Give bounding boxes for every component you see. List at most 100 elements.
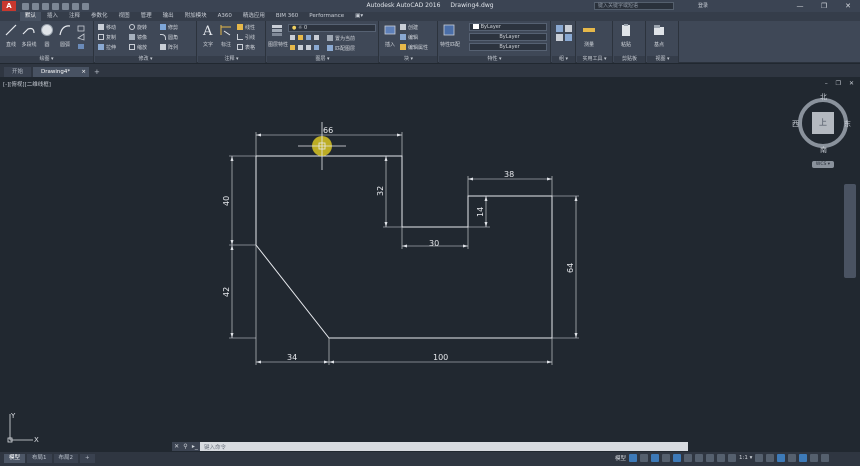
- make-current-tool[interactable]: 置为当前: [327, 34, 355, 42]
- tab-performance[interactable]: Performance: [304, 12, 349, 21]
- polar-toggle-icon[interactable]: [662, 454, 671, 462]
- viewcube-south[interactable]: 南: [820, 145, 827, 155]
- wcs-menu[interactable]: WCS ▾: [812, 161, 834, 168]
- circle-tool[interactable]: 圆: [38, 23, 56, 48]
- customization-menu-icon[interactable]: [821, 454, 830, 462]
- close-tab-icon[interactable]: ×: [81, 67, 86, 77]
- layer-tool-icons[interactable]: [289, 34, 323, 54]
- dim-bottom-left[interactable]: 34: [287, 353, 297, 362]
- autocad-logo-icon[interactable]: A: [2, 1, 16, 11]
- line-tool[interactable]: 直线: [2, 23, 20, 48]
- undo-icon[interactable]: [72, 2, 79, 10]
- layout-tab-2[interactable]: 布局2: [53, 454, 79, 463]
- array-tool[interactable]: 阵列: [160, 43, 178, 51]
- tab-addins[interactable]: 附加模块: [180, 12, 212, 21]
- dim-bottom-right[interactable]: 100: [433, 353, 448, 362]
- open-file-icon[interactable]: [32, 2, 39, 10]
- signin-button[interactable]: 登录: [698, 2, 708, 9]
- create-block-tool[interactable]: 创建: [400, 23, 418, 31]
- save-as-icon[interactable]: [52, 2, 59, 10]
- cad-drawing[interactable]: 66 32 30 14 38 64 40 42 34 100: [0, 77, 860, 452]
- match-properties-tool[interactable]: 特性匹配: [440, 23, 460, 48]
- model-viewport[interactable]: [-][俯视][二维线框] – ❐ ✕ 66 32 30 14 38 64 40…: [0, 77, 860, 452]
- file-tab-start[interactable]: 开始: [4, 67, 32, 77]
- help-search-input[interactable]: 键入关键字或短语: [594, 2, 674, 10]
- modify-panel-title[interactable]: 修改 ▾: [95, 56, 196, 63]
- otrack-toggle-icon[interactable]: [684, 454, 693, 462]
- tab-insert[interactable]: 插入: [42, 12, 63, 21]
- tab-featured-apps[interactable]: 精选应用: [238, 12, 270, 21]
- ortho-toggle-icon[interactable]: [651, 454, 660, 462]
- viewcube-west[interactable]: 西: [792, 119, 799, 129]
- minimize-button[interactable]: —: [788, 0, 812, 12]
- arc-tool[interactable]: 圆弧: [56, 23, 74, 48]
- rotate-tool[interactable]: 旋转: [129, 23, 147, 31]
- tab-panel-toggle[interactable]: ▣▾: [350, 12, 368, 21]
- properties-panel-title[interactable]: 特性 ▾: [439, 56, 550, 63]
- viewcube[interactable]: 上 北 南 东 西 WCS ▾: [792, 92, 854, 172]
- linear-dim-tool[interactable]: 线性: [237, 23, 255, 31]
- linetype-dropdown[interactable]: ByLayer: [469, 33, 547, 41]
- dim-right-top[interactable]: 38: [504, 170, 514, 179]
- autoscale-icon[interactable]: [728, 454, 737, 462]
- copy-tool[interactable]: 复制: [98, 33, 116, 41]
- group-icon[interactable]: [555, 24, 573, 42]
- dim-left-lower[interactable]: 42: [222, 287, 231, 297]
- tab-view[interactable]: 视图: [114, 12, 135, 21]
- workspace-gear-icon[interactable]: [755, 454, 764, 462]
- tab-a360[interactable]: A360: [213, 12, 237, 21]
- snap-toggle-icon[interactable]: [640, 454, 649, 462]
- tab-annotate[interactable]: 注释: [64, 12, 85, 21]
- polyline-tool[interactable]: 多段线: [20, 23, 38, 48]
- annotation-scale-dropdown[interactable]: 1:1 ▾: [739, 455, 752, 461]
- restore-button[interactable]: ❐: [812, 0, 836, 12]
- base-point-tool[interactable]: 基点: [650, 23, 668, 48]
- annotation-panel-title[interactable]: 注释 ▾: [198, 56, 265, 63]
- annotation-monitor-icon[interactable]: [766, 454, 775, 462]
- viewcube-north[interactable]: 北: [820, 92, 827, 102]
- plot-icon[interactable]: [62, 2, 69, 10]
- edit-attributes-tool[interactable]: 编辑属性: [400, 43, 428, 51]
- close-button[interactable]: ✕: [836, 0, 860, 12]
- view-panel-title[interactable]: 视图 ▾: [647, 56, 678, 63]
- stretch-tool[interactable]: 拉伸: [98, 43, 116, 51]
- file-tab-drawing4[interactable]: Drawing4* ×: [33, 67, 90, 77]
- lineweight-dropdown[interactable]: ByLayer: [469, 43, 547, 51]
- annotation-visibility-icon[interactable]: [717, 454, 726, 462]
- dim-notch-width[interactable]: 30: [429, 239, 439, 248]
- utilities-panel-title[interactable]: 实用工具 ▾: [577, 56, 612, 63]
- text-tool[interactable]: A 文字: [199, 23, 217, 48]
- layer-properties-tool[interactable]: 图层特性: [268, 23, 288, 48]
- isolate-objects-icon[interactable]: [788, 454, 797, 462]
- layer-dropdown[interactable]: ● ☼ 0: [288, 24, 376, 32]
- layout-tab-1[interactable]: 布局1: [27, 454, 52, 463]
- recent-commands-icon[interactable]: ▸_: [192, 443, 198, 450]
- tab-default[interactable]: 默认: [20, 12, 42, 21]
- clean-screen-icon[interactable]: [810, 454, 819, 462]
- tab-manage[interactable]: 管理: [136, 12, 157, 21]
- hardware-acceleration-icon[interactable]: [799, 454, 808, 462]
- viewcube-east[interactable]: 东: [844, 119, 851, 129]
- layers-panel-title[interactable]: 图层 ▾: [267, 56, 378, 63]
- tab-parametric[interactable]: 参数化: [86, 12, 113, 21]
- grid-toggle-icon[interactable]: [629, 454, 638, 462]
- dim-right-height[interactable]: 64: [566, 263, 575, 273]
- trim-tool[interactable]: 修剪: [160, 23, 178, 31]
- layout-tab-model[interactable]: 模型: [4, 454, 26, 463]
- search-command-icon[interactable]: ⚲: [183, 443, 187, 450]
- groups-panel-title[interactable]: 组 ▾: [552, 56, 575, 63]
- paste-tool[interactable]: 粘贴: [617, 23, 635, 48]
- dim-left-upper[interactable]: 40: [222, 196, 231, 206]
- tab-bim360[interactable]: BIM 360: [271, 12, 303, 21]
- units-icon[interactable]: [777, 454, 786, 462]
- dim-top-width[interactable]: 66: [323, 126, 333, 135]
- lineweight-toggle-icon[interactable]: [695, 454, 704, 462]
- draw-extra-icons[interactable]: [76, 24, 92, 52]
- draw-panel-title[interactable]: 绘图 ▾: [0, 56, 93, 63]
- insert-block-tool[interactable]: 插入: [381, 23, 399, 48]
- redo-icon[interactable]: [82, 2, 89, 10]
- clipboard-panel-title[interactable]: 剪贴板: [614, 56, 645, 63]
- transparency-toggle-icon[interactable]: [706, 454, 715, 462]
- viewcube-top-face[interactable]: 上: [812, 112, 834, 134]
- match-layer-tool[interactable]: 匹配图层: [327, 44, 355, 52]
